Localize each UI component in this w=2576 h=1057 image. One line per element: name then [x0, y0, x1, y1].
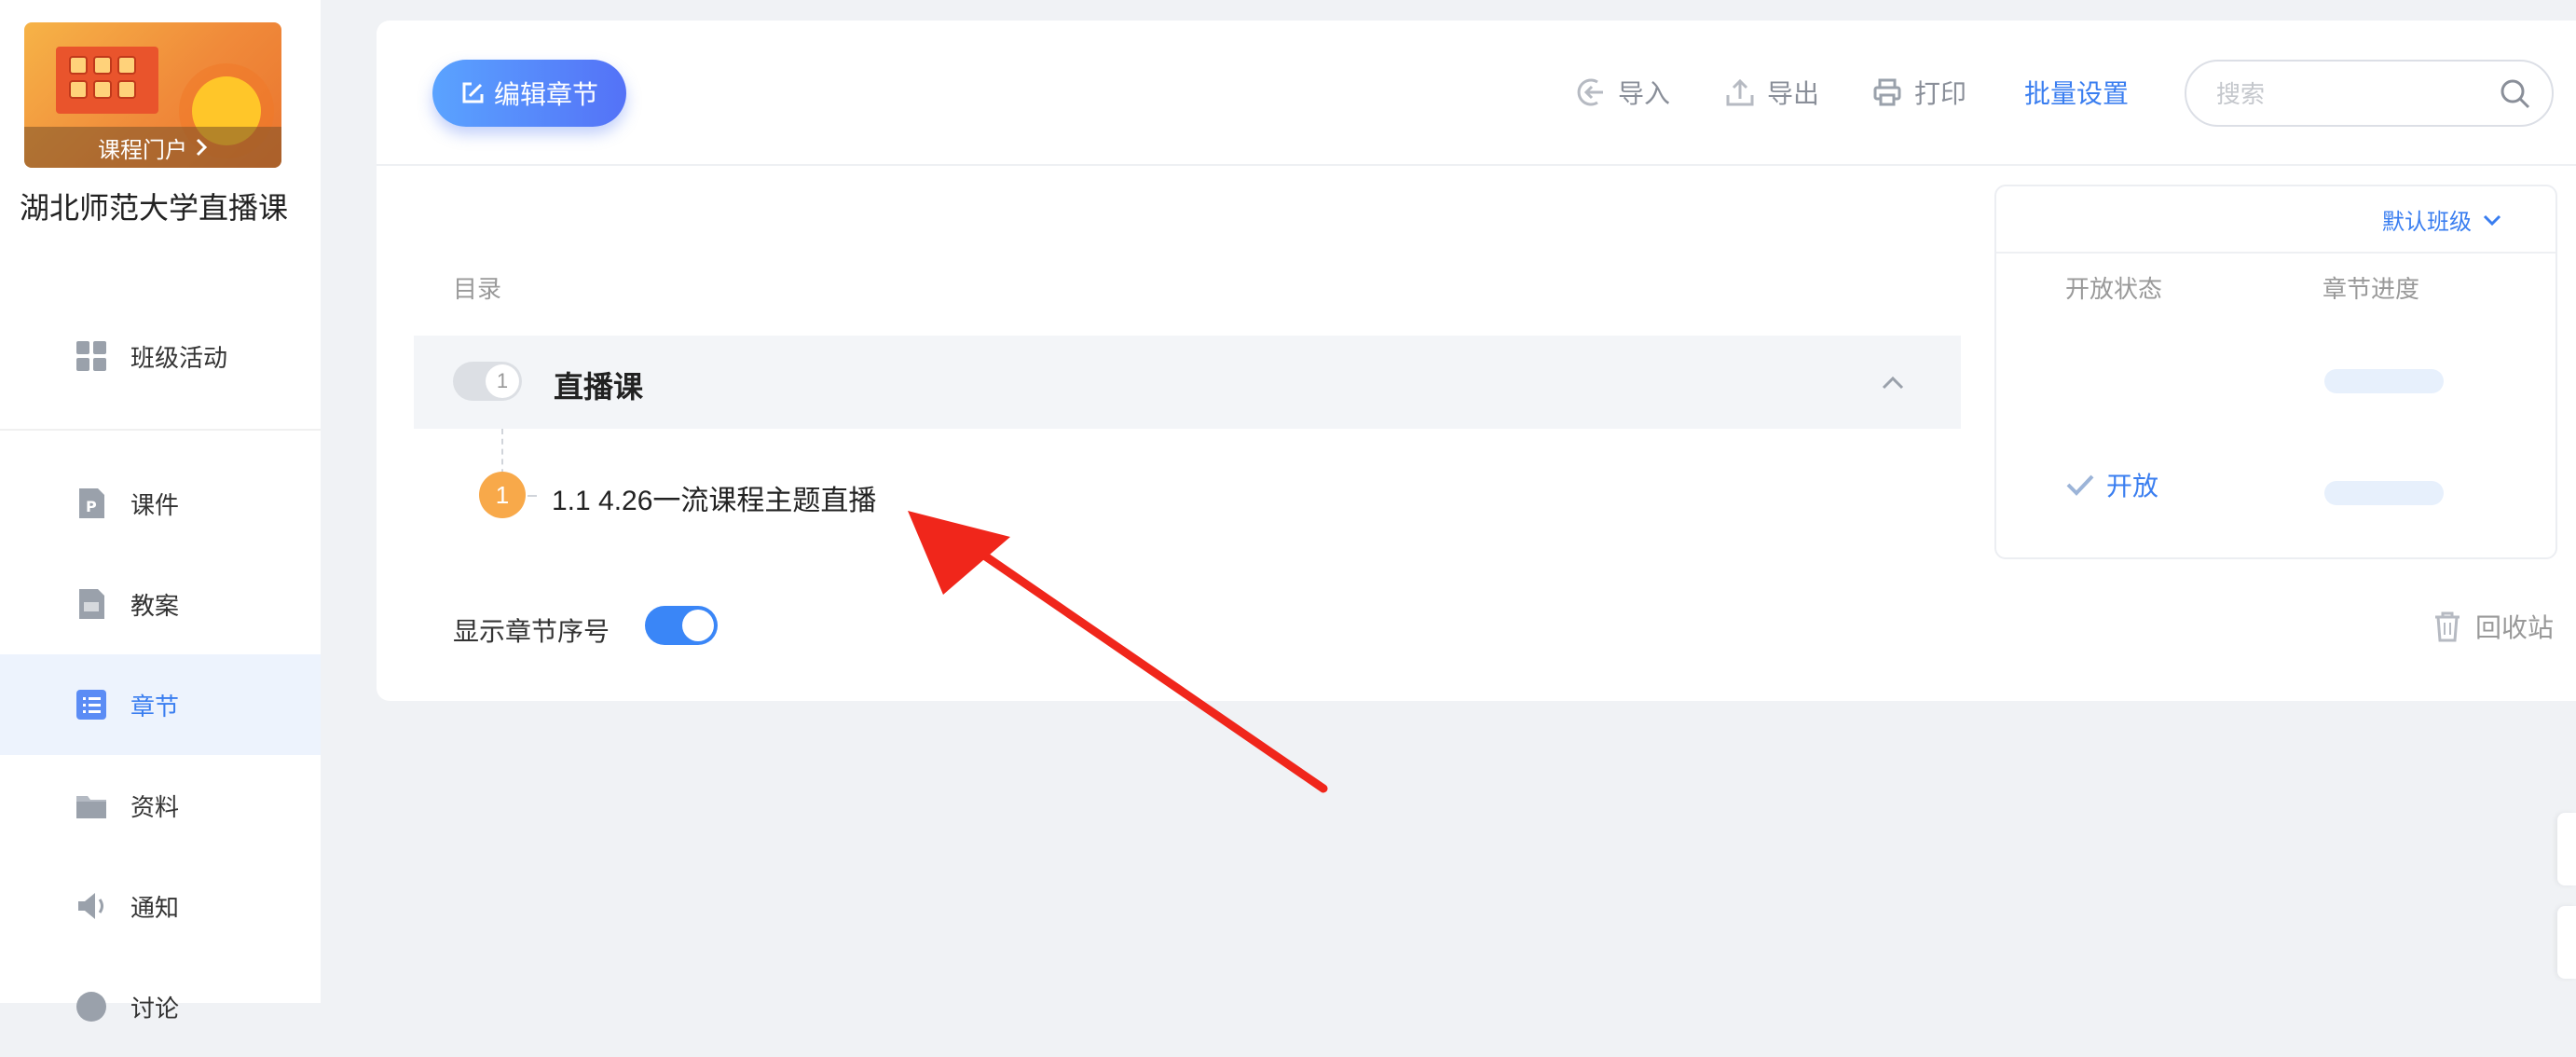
lesson-number-badge: 1 [479, 472, 526, 518]
course-cover[interactable]: 课程门户 [24, 22, 281, 168]
sidebar-item-label: 章节 [130, 692, 180, 721]
sidebar-item-notices[interactable]: 通知 [0, 856, 321, 956]
recycle-bin-button[interactable]: 回收站 [2432, 608, 2554, 645]
recycle-bin-label: 回收站 [2475, 613, 2555, 642]
printer-icon [1873, 78, 1901, 106]
import-button[interactable]: 导入 [1575, 69, 1670, 116]
show-chapter-number-label: 显示章节序号 [453, 617, 610, 646]
lesson-plan-icon [79, 589, 104, 619]
toolbar: 编辑章节 导入 导出 打印 批量设置 [377, 21, 2576, 166]
lesson-progress-bar [2324, 481, 2444, 505]
lesson-open-status[interactable]: 开放 [2065, 466, 2158, 503]
sidebar-item-class-activity[interactable]: 班级活动 [0, 306, 321, 406]
sidebar-item-label: 通知 [130, 893, 180, 922]
check-icon [2066, 474, 2094, 496]
floating-side-tab[interactable] [2557, 813, 2576, 885]
course-portal-link[interactable]: 课程门户 [24, 127, 281, 168]
panel-divider [1996, 252, 2555, 254]
class-select[interactable]: 默认班级 [2382, 203, 2503, 236]
export-button[interactable]: 导出 [1724, 69, 1819, 116]
trash-icon [2435, 611, 2460, 642]
grid-icon [76, 341, 106, 371]
chapter-list-icon [76, 690, 106, 720]
show-chapter-number-switch[interactable] [645, 606, 718, 645]
search-box [2185, 60, 2554, 127]
import-label: 导入 [1618, 79, 1671, 108]
ppt-file-icon: P [79, 488, 104, 518]
sidebar-item-materials[interactable]: 资料 [0, 755, 321, 856]
sidebar-divider [0, 429, 321, 431]
chapter-number: 1 [486, 364, 519, 398]
search-icon[interactable] [2500, 78, 2531, 110]
course-portal-label: 课程门户 [98, 137, 187, 163]
cover-illustration [56, 47, 158, 114]
class-select-label: 默认班级 [2382, 210, 2472, 235]
sidebar-item-discussion[interactable]: 讨论 [0, 956, 321, 1057]
import-icon [1577, 78, 1603, 106]
speaker-icon [78, 893, 103, 919]
folder-icon [76, 796, 106, 818]
chevron-down-icon [2483, 214, 2501, 226]
annotation-arrow [908, 511, 1328, 793]
sidebar: 课程门户 湖北师范大学直播课 班级活动 P 课件 教案 章节 资料 通知 讨论 [0, 0, 321, 1023]
chapter-card: 编辑章节 导入 导出 打印 批量设置 目录 1 直播课 1 1.1 4. [377, 21, 2576, 701]
chapter-row[interactable]: 1 直播课 [414, 336, 1961, 429]
sidebar-item-label: 教案 [130, 591, 180, 620]
lesson-open-status-label: 开放 [2106, 472, 2159, 501]
svg-text:P: P [86, 498, 97, 515]
sidebar-item-lesson-plan[interactable]: 教案 [0, 554, 321, 654]
batch-settings-label: 批量设置 [2024, 79, 2130, 108]
discussion-icon [76, 992, 106, 1022]
sidebar-item-label: 课件 [130, 490, 180, 519]
chevron-up-icon[interactable] [1877, 367, 1909, 399]
edit-icon [462, 82, 484, 103]
sidebar-item-label: 资料 [130, 792, 180, 821]
edit-chapters-button[interactable]: 编辑章节 [432, 60, 626, 127]
chapter-title: 直播课 [554, 370, 644, 404]
upload-icon [1726, 78, 1754, 106]
search-input[interactable] [2214, 75, 2498, 114]
chevron-right-icon [196, 138, 208, 157]
sidebar-item-chapters[interactable]: 章节 [0, 654, 321, 755]
edit-chapters-label: 编辑章节 [493, 80, 598, 109]
catalog-header: 目录 [453, 275, 502, 303]
sidebar-item-label: 班级活动 [130, 343, 228, 372]
sidebar-item-label: 讨论 [130, 994, 180, 1023]
lesson-title-link[interactable]: 1.1 4.26一流课程主题直播 [552, 477, 876, 518]
sidebar-item-courseware[interactable]: P 课件 [0, 453, 321, 554]
tree-connector [528, 495, 537, 497]
class-status-panel: 默认班级 开放状态 章节进度 开放 [1994, 185, 2557, 559]
batch-settings-button[interactable]: 批量设置 [2024, 69, 2129, 116]
open-status-header: 开放状态 [2065, 275, 2163, 303]
chapter-progress-header: 章节进度 [2323, 275, 2420, 303]
floating-side-tab[interactable] [2557, 906, 2576, 979]
chapter-progress-bar [2324, 369, 2444, 393]
print-label: 打印 [1914, 79, 1967, 108]
course-title: 湖北师范大学直播课 [19, 191, 288, 225]
export-label: 导出 [1767, 79, 1820, 108]
chapter-number-toggle[interactable]: 1 [453, 362, 522, 401]
print-button[interactable]: 打印 [1871, 69, 1966, 116]
